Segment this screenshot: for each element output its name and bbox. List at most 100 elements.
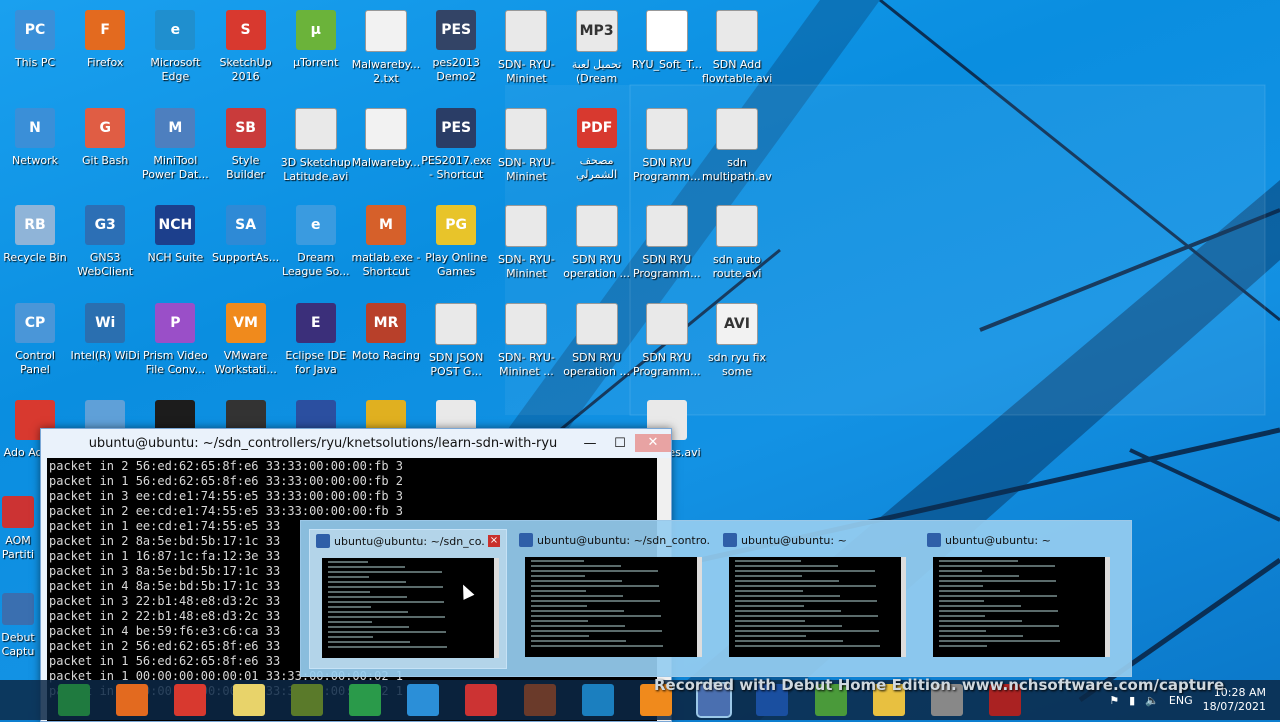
desktop-icon[interactable]: sdn auto route.avi (702, 197, 772, 292)
desktop-icon[interactable]: Wi Intel(R) WiDi (70, 295, 140, 390)
desktop-icon[interactable]: e Dream League So... (281, 197, 351, 292)
desktop-icon-label: VMware Workstati... (214, 348, 277, 376)
desktop-icon[interactable]: MR Moto Racing (351, 295, 421, 390)
desktop-icon[interactable]: RB Recycle Bin (0, 197, 70, 292)
app-icon (575, 302, 618, 345)
desktop-icon[interactable]: SDN- RYU- Mininet ... (491, 295, 561, 390)
desktop-icon[interactable]: NCH NCH Suite (140, 197, 210, 292)
minimize-button[interactable]: — (575, 436, 605, 451)
desktop-icon[interactable]: 3D Sketchup Latitude.avi (281, 100, 351, 195)
desktop-icon[interactable]: S SketchUp 2016 (211, 2, 281, 97)
edge-taskbar-icon[interactable] (581, 684, 614, 716)
desktop-icon[interactable]: M MiniTool Power Dat... (140, 100, 210, 195)
desktop-icon[interactable]: Malwareby... (351, 100, 421, 195)
desktop-icon[interactable]: PC This PC (0, 2, 70, 97)
desktop-icon[interactable]: F Firefox (70, 2, 140, 97)
scissors-taskbar-icon[interactable] (465, 684, 498, 716)
sketchup-taskbar-icon[interactable] (174, 684, 207, 716)
paint-taskbar-icon[interactable] (232, 684, 265, 716)
desktop-icon[interactable]: MP3 تحميل لعبة (Dream leg... (562, 2, 632, 97)
putty-icon (723, 533, 737, 547)
desktop-icon[interactable]: CP Control Panel (0, 295, 70, 390)
language-indicator[interactable]: ENG (1169, 694, 1193, 707)
thumbnail-title: ubuntu@ubuntu: ~ (945, 533, 1051, 547)
desktop-icon[interactable]: Mmatlab.exe - Shortcut (351, 197, 421, 292)
terminal-line: packet in 2 56:ed:62:65:8f:e6 33:33:00:0… (49, 459, 404, 473)
desktop-icon[interactable]: SDN RYU Programm... (632, 295, 702, 390)
maximize-button[interactable]: ☐ (605, 436, 635, 451)
window-thumbnail[interactable]: ubuntu@ubuntu: ~/sdn_co... × (309, 529, 507, 669)
desktop-icon-label: µTorrent (293, 56, 339, 69)
desktop-icon[interactable]: SDN RYU operation ... (562, 295, 632, 390)
start-button[interactable] (6, 684, 38, 716)
desktop-icon[interactable]: AVI sdn ryu fix some issue... (702, 295, 772, 390)
desktop-icon[interactable]: SDN- RYU- Mininet 2.avi (491, 2, 561, 97)
desktop-icon-label: SDN JSON POST G... (429, 350, 484, 378)
desktop-icon-label: Debut Captu (1, 631, 35, 658)
app-icon (505, 10, 548, 52)
books-taskbar-icon[interactable] (523, 684, 556, 716)
app-icon (645, 107, 688, 150)
taskbar-thumbnail-preview: ubuntu@ubuntu: ~/sdn_co... × ubuntu@ubuntu… (300, 520, 1132, 677)
desktop-icon-label: Recycle Bin (3, 251, 67, 264)
desktop-icon[interactable]: SDN RYU Programm... (632, 100, 702, 195)
desktop-icon-label: 3D Sketchup Latitude.avi (280, 155, 351, 183)
desktop-icon[interactable]: PG Play Online Games (421, 197, 491, 292)
putty-icon (316, 534, 330, 548)
desktop-icon-label: مصحف الشمرلي (576, 153, 618, 181)
desktop-icon[interactable]: SDN- RYU- Mininet 3.avi (491, 100, 561, 195)
app-icon: PDF (576, 107, 617, 148)
desktop-icon[interactable]: SDN RYU Programm... (632, 197, 702, 292)
desktop-icon-label: SDN- RYU- Mininet 3.avi (497, 155, 555, 183)
ie-taskbar-icon[interactable] (407, 684, 440, 716)
desktop-icon[interactable]: e Microsoft Edge (140, 2, 210, 97)
window-thumbnail[interactable]: ubuntu@ubuntu: ~/sdn_contro... (513, 529, 709, 667)
terminal-titlebar[interactable]: ubuntu@ubuntu: ~/sdn_controllers/ryu/kne… (41, 429, 671, 457)
desktop-icon[interactable]: µ µTorrent (281, 2, 351, 97)
desktop-icon[interactable]: SDN JSON POST G... (421, 295, 491, 390)
desktop-icon[interactable]: PDF مصحف الشمرلي (562, 100, 632, 195)
desktop-icon-label: Intel(R) WiDi (70, 348, 140, 362)
desktop-icon[interactable]: SDN Add flowtable.avi (702, 2, 772, 97)
close-button[interactable]: ✕ (635, 434, 671, 452)
window-thumbnail[interactable]: ubuntu@ubuntu: ~ (921, 529, 1117, 667)
desktop-icon-label: تحميل لعبة (Dream leg... (571, 58, 622, 85)
flag-icon[interactable]: ⚑ (1109, 694, 1119, 707)
window-thumbnail[interactable]: ubuntu@ubuntu: ~ (717, 529, 913, 667)
desktop-icon[interactable]: Debut Captu (0, 585, 40, 680)
app-icon: NCH (155, 205, 196, 245)
app-icon (505, 302, 548, 345)
app-icon: µ (295, 10, 336, 50)
globe-taskbar-icon[interactable] (349, 684, 381, 716)
desktop-icon[interactable]: PES PES2017.exe - Shortcut (2) (421, 100, 491, 195)
thumbnail-close-button[interactable]: × (488, 535, 500, 547)
desktop-icon[interactable]: N Network (0, 100, 70, 195)
desktop-icon[interactable]: SB Style Builder 2016 (211, 100, 281, 195)
desktop-icon[interactable]: AOM Partiti (0, 488, 40, 583)
app-icon: PES (436, 107, 477, 148)
excel-taskbar-icon[interactable] (58, 684, 90, 716)
desktop-icon[interactable]: RYU_Soft_T... (632, 2, 702, 97)
desktop-icon[interactable]: G3 GNS3 WebClient (70, 197, 140, 292)
desktop-icon[interactable]: SA SupportAs... (211, 197, 281, 292)
desktop-icon[interactable]: VM VMware Workstati... (211, 295, 281, 390)
desktop-icon[interactable]: PES pes2013 Demo2 (421, 2, 491, 97)
desktop-icon[interactable]: E Eclipse IDE for Java De... (281, 295, 351, 390)
soccer-taskbar-icon[interactable] (290, 684, 323, 716)
network-icon[interactable]: ▮ (1129, 694, 1135, 707)
desktop-icon[interactable]: SDN RYU operation ... (562, 197, 632, 292)
desktop-icon[interactable]: SDN- RYU- Mininet 4.avi (491, 197, 561, 292)
firefox-taskbar-icon[interactable] (116, 684, 149, 716)
app-icon (645, 205, 688, 247)
desktop-icon[interactable]: G Git Bash (70, 100, 140, 195)
terminal-line: packet in 1 56:ed:62:65:8f:e6 33:33:00:0… (49, 474, 404, 488)
desktop-icon-label: GNS3 WebClient (77, 251, 134, 278)
desktop-icon[interactable]: Malwareby... 2.txt (351, 2, 421, 97)
desktop-icon[interactable]: P Prism Video File Conv... (140, 295, 210, 390)
app-icon: PG (436, 205, 477, 245)
desktop-icon-label: Malwareby... 2.txt (351, 58, 421, 85)
app-icon: VM (225, 302, 266, 343)
desktop-icon[interactable]: sdn multipath.avi (702, 100, 772, 195)
volume-icon[interactable]: 🔈 (1145, 694, 1159, 707)
putty-icon (927, 533, 941, 547)
